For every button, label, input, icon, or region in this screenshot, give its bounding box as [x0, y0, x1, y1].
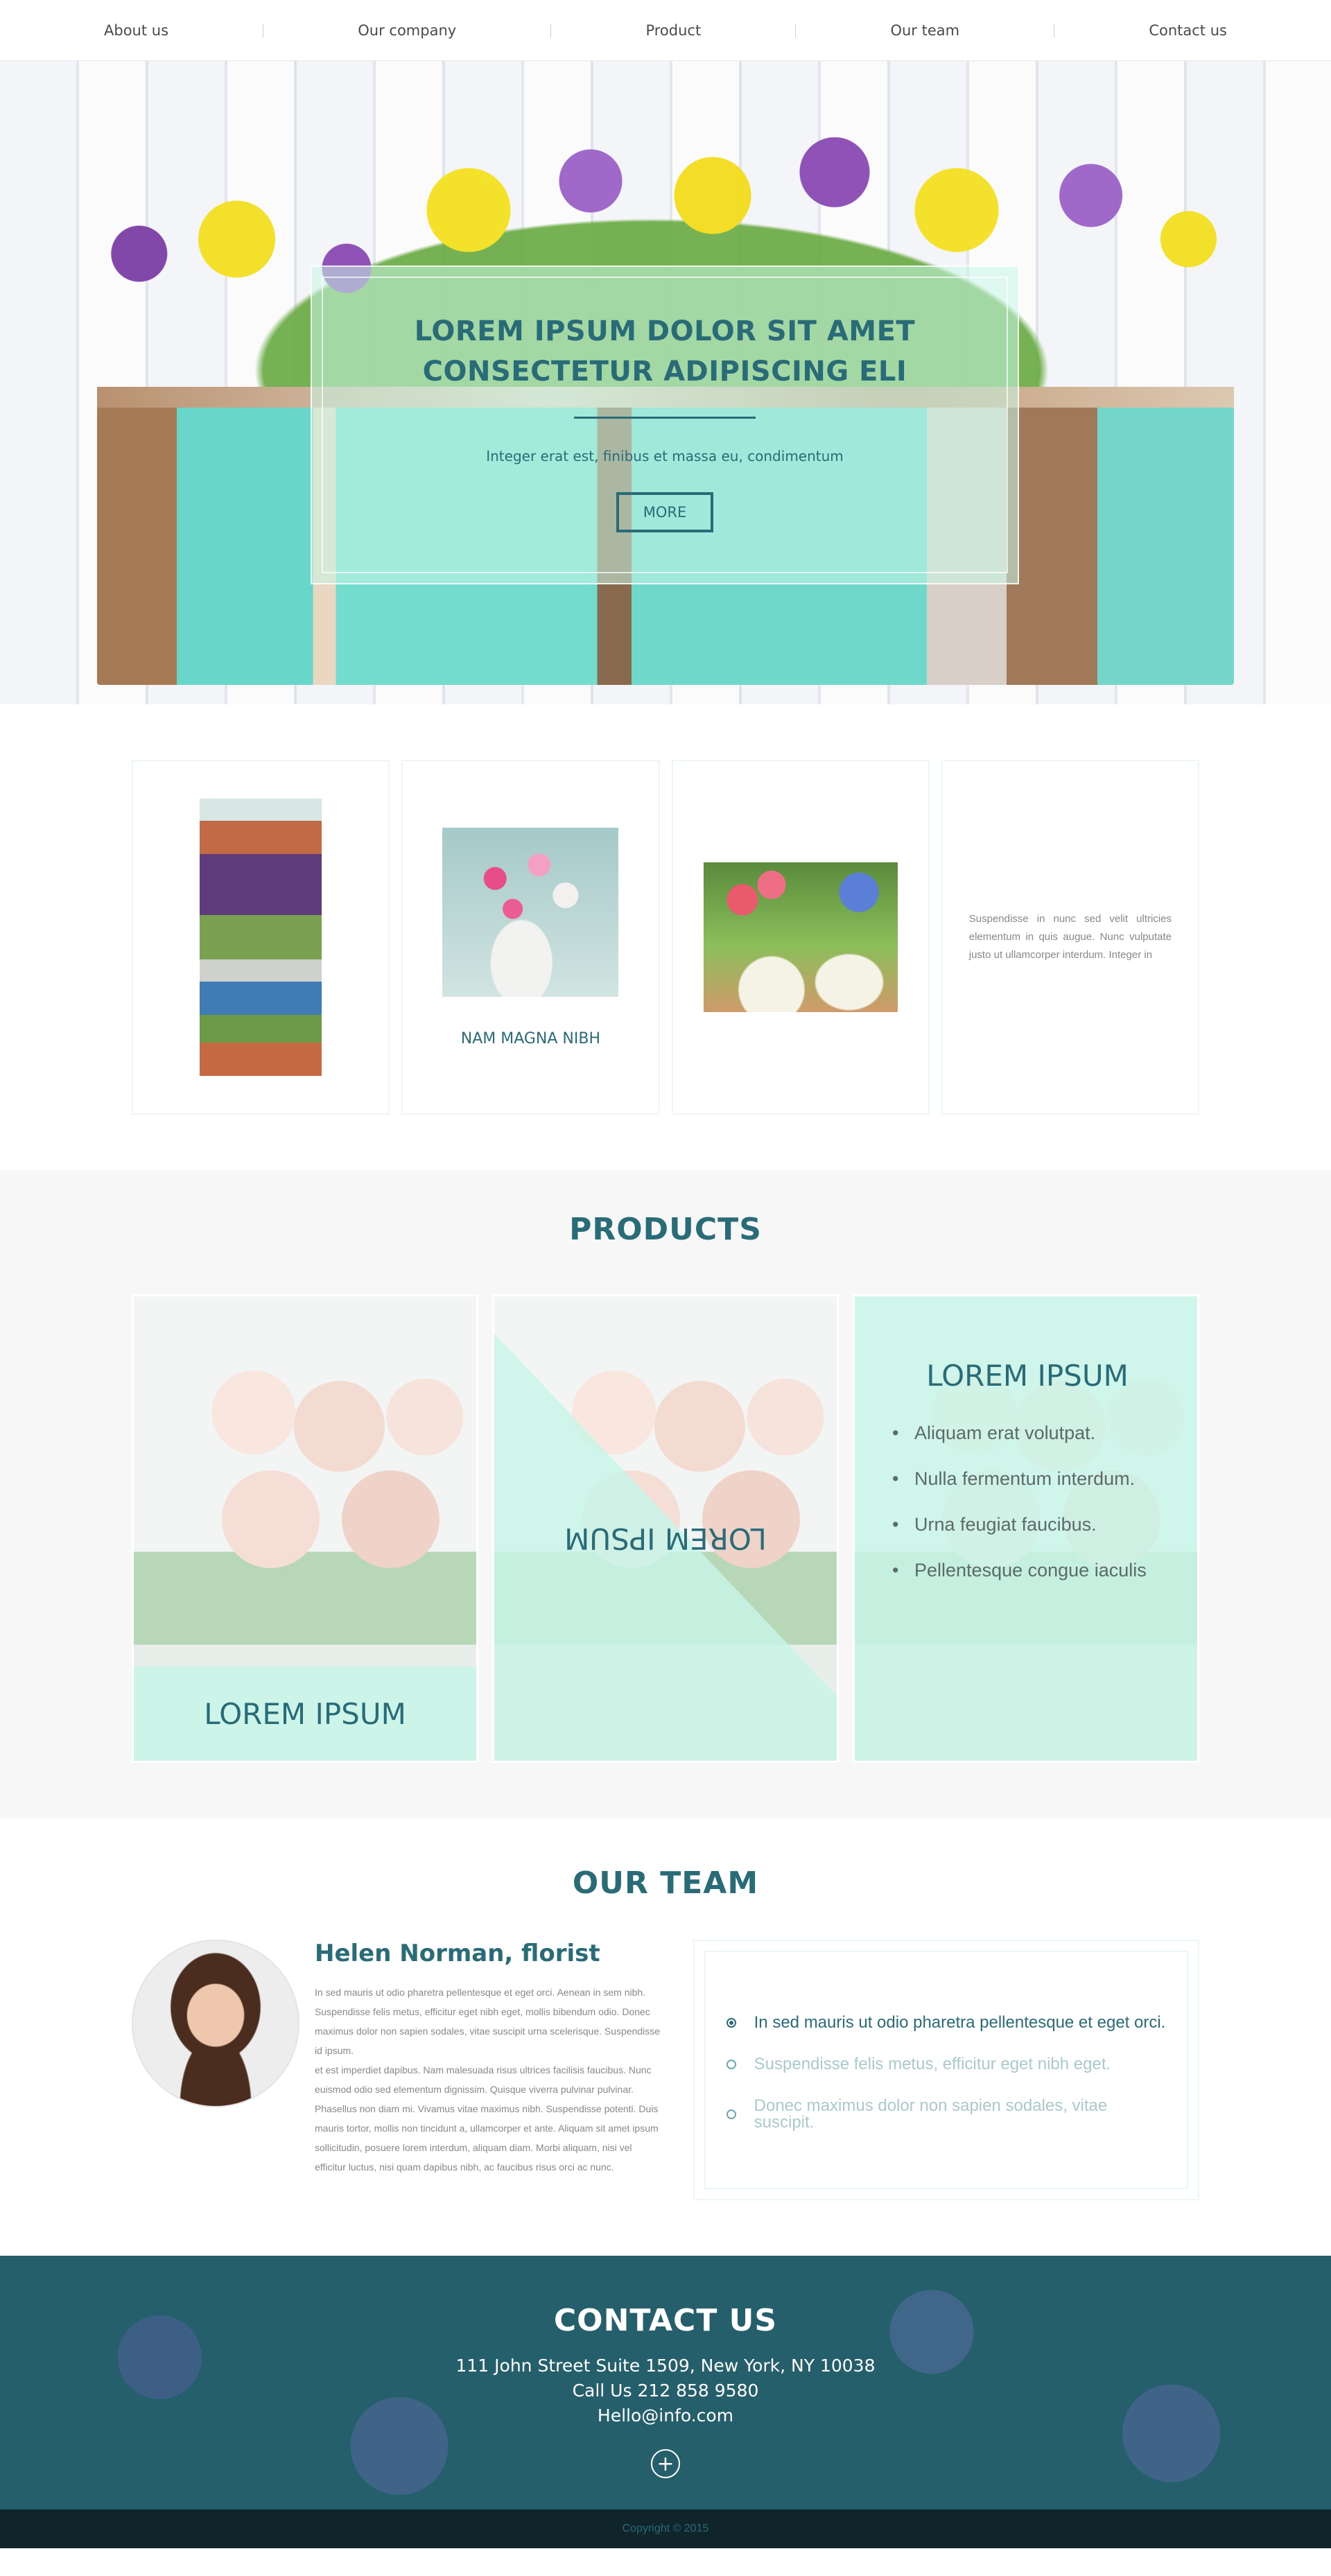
copyright-text: Copyright © 2015 — [622, 2523, 709, 2534]
product-card-3[interactable]: LOREM IPSUM Aliquam erat volutpat. Nulla… — [853, 1294, 1199, 1763]
hero-title-line2: CONSECTETUR ADIPISCING ELI — [422, 356, 907, 388]
hero-banner: LOREM IPSUM DOLOR SIT AMET CONSECTETUR A… — [0, 61, 1331, 704]
feature-card-1[interactable] — [132, 760, 390, 1115]
contact-address: 111 John Street Suite 1509, New York, NY… — [455, 2356, 876, 2376]
ranunculus-vase-image — [442, 827, 619, 997]
products-section: PRODUCTS LOREM IPSUM LOREM IPSUM LOREM I… — [0, 1170, 1331, 1818]
bio-paragraph: et est imperdiet dapibus. Nam malesuada … — [315, 2064, 659, 2173]
testimonial-item[interactable]: Suspendisse felis metus, efficitur eget … — [726, 2055, 1166, 2073]
testimonial-item-active[interactable]: In sed mauris ut odio pharetra pellentes… — [726, 2013, 1166, 2032]
hero-overlay-box: LOREM IPSUM DOLOR SIT AMET CONSECTETUR A… — [311, 266, 1019, 584]
footer: Copyright © 2015 — [0, 2509, 1331, 2548]
radio-dot-icon — [726, 2060, 736, 2069]
feature-card-3[interactable] — [671, 760, 930, 1115]
nav-divider — [795, 23, 797, 37]
more-button[interactable]: MORE — [616, 492, 713, 532]
bio-paragraph: In sed mauris ut odio pharetra pellentes… — [315, 1987, 661, 2056]
nav-divider — [550, 23, 552, 37]
flower-pots-image — [703, 862, 898, 1012]
product-card-2[interactable]: LOREM IPSUM — [492, 1294, 839, 1763]
testimonial-text: Suspendisse felis metus, efficitur eget … — [754, 2055, 1111, 2073]
contact-email[interactable]: Hello@info.com — [455, 2403, 875, 2428]
products-title: PRODUCTS — [569, 1212, 762, 1247]
feature-cards: NAM MAGNA NIBH Suspendisse in nunc sed v… — [0, 704, 1331, 1170]
nav-our-company[interactable]: Our company — [358, 22, 456, 39]
nav-our-team[interactable]: Our team — [890, 22, 959, 39]
testimonial-box: In sed mauris ut odio pharetra pellentes… — [693, 1940, 1199, 2200]
plus-circle-icon[interactable]: + — [651, 2449, 680, 2478]
list-item: Aliquam erat volutpat. — [892, 1420, 1163, 1445]
contact-phone: Call Us 212 858 9580 — [572, 2381, 759, 2401]
product-feature-list: Aliquam erat volutpat. Nulla fermentum i… — [892, 1420, 1163, 1583]
nav-product[interactable]: Product — [645, 22, 701, 39]
top-navigation: About us Our company Product Our team Co… — [0, 0, 1331, 61]
team-member-name: Helen Norman, florist — [315, 1940, 600, 1967]
team-member-bio: Helen Norman, florist In sed mauris ut o… — [315, 1940, 663, 2200]
avatar — [132, 1940, 299, 2107]
nav-contact-us[interactable]: Contact us — [1149, 22, 1227, 39]
feature-card-label: NAM MAGNA NIBH — [460, 1029, 600, 1047]
testimonial-text: Donec maximus dolor non sapien sodales, … — [754, 2096, 1108, 2132]
hero-title-line1: LOREM IPSUM DOLOR SIT AMET — [414, 315, 916, 347]
team-section: OUR TEAM Helen Norman, florist In sed ma… — [0, 1818, 1331, 2256]
product-list-title: LOREM IPSUM — [926, 1359, 1129, 1393]
contact-title: CONTACT US — [553, 2303, 778, 2338]
potted-flowers-image — [200, 799, 322, 1076]
feature-card-4[interactable]: Suspendisse in nunc sed velit ultricies … — [941, 760, 1199, 1115]
hero-subtitle: Integer erat est, finibus et massa eu, c… — [486, 448, 844, 464]
contact-section: CONTACT US 111 John Street Suite 1509, N… — [0, 2256, 1331, 2509]
radio-dot-icon — [726, 2018, 736, 2028]
team-title: OUR TEAM — [572, 1865, 759, 1901]
feature-card-2[interactable]: NAM MAGNA NIBH — [401, 760, 660, 1115]
list-item: Urna feugiat faucibus. — [892, 1512, 1163, 1537]
hero-title: LOREM IPSUM DOLOR SIT AMET CONSECTETUR A… — [415, 311, 915, 392]
testimonial-item[interactable]: Donec maximus dolor non sapien sodales, … — [726, 2096, 1166, 2132]
list-item: Pellentesque congue iaculis — [892, 1558, 1163, 1583]
list-item: Nulla fermentum interdum. — [892, 1466, 1163, 1491]
nav-about-us[interactable]: About us — [104, 22, 168, 39]
product-card-label: LOREM IPSUM — [204, 1696, 406, 1731]
product-card-1[interactable]: LOREM IPSUM — [132, 1294, 478, 1763]
testimonial-text: In sed mauris ut odio pharetra pellentes… — [754, 2013, 1166, 2032]
product-card-caption-bar: LOREM IPSUM — [134, 1666, 476, 1761]
radio-dot-icon — [726, 2109, 736, 2119]
product-card-flipped-label: LOREM IPSUM — [564, 1522, 767, 1556]
hero-divider — [574, 417, 756, 419]
feature-card-text: Suspendisse in nunc sed velit ultricies … — [968, 913, 1172, 961]
